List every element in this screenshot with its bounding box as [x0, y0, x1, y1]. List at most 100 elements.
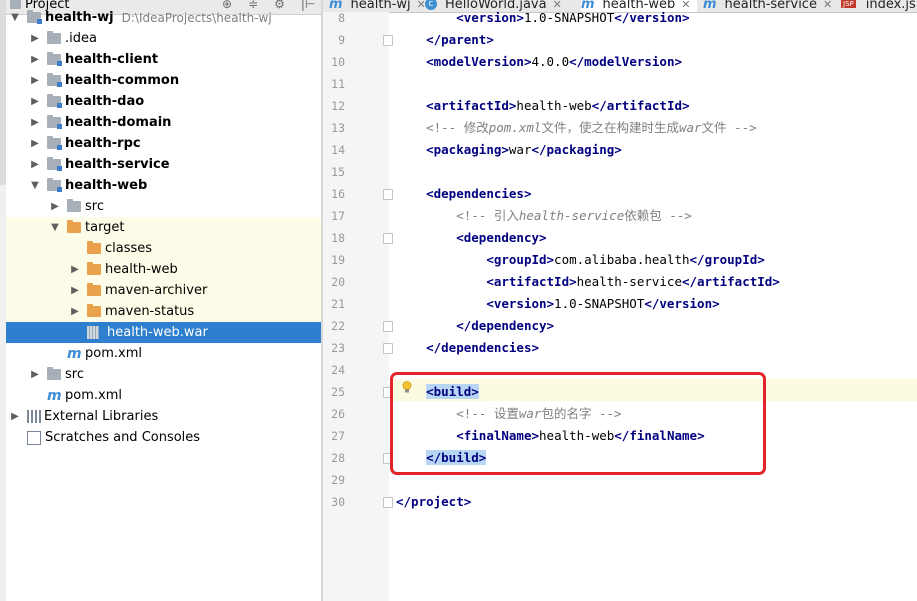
tree-item-label: .idea [65, 31, 97, 46]
line-number: 18 [331, 231, 345, 245]
code-token: <version> [456, 10, 524, 25]
chevron-right-icon[interactable]: ▶ [70, 264, 80, 275]
highlight-annotation-box [390, 372, 766, 475]
tree-item[interactable]: ▶ maven-archiver [6, 280, 321, 301]
code-token: <!-- 引入 [456, 208, 519, 223]
code-token: </parent> [426, 32, 494, 47]
tree-item[interactable]: m pom.xml [6, 385, 321, 406]
excluded-folder-icon [87, 241, 101, 254]
code-line: <version>1.0-SNAPSHOT</version> [396, 7, 689, 29]
line-number: 11 [331, 77, 345, 91]
fold-marker-icon[interactable] [383, 343, 393, 354]
chevron-right-icon[interactable]: ▶ [10, 411, 20, 422]
tree-item[interactable]: ▼ health-wj D:\IdeaProjects\health-wj [6, 7, 321, 28]
chevron-right-icon[interactable]: ▶ [30, 33, 40, 44]
tree-item-label: pom.xml [65, 388, 122, 403]
tree-item[interactable]: classes [6, 238, 321, 259]
chevron-right-icon[interactable]: ▶ [70, 306, 80, 317]
folder-icon [47, 367, 61, 380]
chevron-right-icon[interactable]: ▶ [30, 75, 40, 86]
line-number: 30 [331, 495, 345, 509]
line-number: 8 [338, 11, 345, 25]
chevron-down-icon[interactable]: ▼ [50, 222, 60, 233]
line-number: 24 [331, 363, 345, 377]
tree-item[interactable]: ▶ health-rpc [6, 133, 321, 154]
tree-item[interactable]: ▶ health-domain [6, 112, 321, 133]
code-line: <dependencies> [396, 183, 531, 205]
tree-item[interactable]: ▶ External Libraries [6, 406, 321, 427]
line-number: 28 [331, 451, 345, 465]
chevron-right-icon[interactable]: ▶ [30, 159, 40, 170]
code-token: <dependency> [456, 230, 547, 245]
jsp-file-icon: JSP [841, 0, 856, 8]
code-token: </modelVersion> [569, 54, 682, 69]
module-folder-icon [27, 10, 42, 24]
tree-item-label: External Libraries [44, 409, 159, 424]
line-number: 22 [331, 319, 345, 333]
tree-item[interactable]: ▼ health-web [6, 175, 321, 196]
line-number: 26 [331, 407, 345, 421]
code-token: <artifactId> [486, 274, 577, 289]
tree-item-label: health-wj [45, 10, 114, 25]
code-line: <packaging>war</packaging> [396, 139, 622, 161]
chevron-right-icon[interactable]: ▶ [30, 369, 40, 380]
tree-item[interactable]: ▶ health-web [6, 259, 321, 280]
close-icon[interactable]: ✕ [823, 0, 832, 11]
project-path: D:\IdeaProjects\health-wj [121, 10, 272, 25]
tree-item[interactable]: ▶ src [6, 364, 321, 385]
tree-item[interactable]: ▶ maven-status [6, 301, 321, 322]
chevron-right-icon[interactable]: ▶ [30, 138, 40, 149]
excluded-folder-icon [87, 262, 101, 275]
fold-marker-icon[interactable] [383, 321, 393, 332]
tree-item-label: health-web [65, 178, 148, 193]
line-number: 25 [331, 385, 345, 399]
line-number: 16 [331, 187, 345, 201]
chevron-right-icon[interactable]: ▶ [50, 201, 60, 212]
line-number: 21 [331, 297, 345, 311]
project-panel: Project ⊕ ≑ ⚙ |⊢ ▼ health-wj D:\IdeaProjects\… [6, 0, 321, 601]
code-token: war [508, 142, 532, 157]
tree-item-label: health-web.war [107, 325, 208, 340]
tree-item[interactable]: ▶ health-dao [6, 91, 321, 112]
maven-file-icon: m [47, 387, 62, 404]
editor-tab[interactable]: m health-service ✕ [703, 0, 838, 12]
code-token: health-web [516, 98, 592, 113]
tree-item[interactable]: ▶ health-common [6, 70, 321, 91]
code-line: <!-- 引入health-service依赖包 --> [396, 205, 692, 227]
tree-item[interactable]: Scratches and Consoles [6, 427, 321, 448]
tree-item[interactable]: m pom.xml [6, 343, 321, 364]
chevron-right-icon[interactable]: ▶ [30, 117, 40, 128]
tree-item[interactable]: ▶ health-service [6, 154, 321, 175]
tree-item-label: health-domain [65, 115, 172, 130]
tree-item[interactable]: ▶ src [6, 196, 321, 217]
chevron-down-icon[interactable]: ▼ [10, 12, 20, 23]
chevron-right-icon[interactable]: ▶ [30, 54, 40, 65]
chevron-right-icon[interactable]: ▶ [30, 96, 40, 107]
code-line: <modelVersion>4.0.0</modelVersion> [396, 51, 682, 73]
fold-marker-icon[interactable] [383, 35, 393, 46]
chevron-right-icon[interactable]: ▶ [70, 285, 80, 296]
editor-tab[interactable]: JSP index.jsp [841, 0, 917, 12]
tree-item[interactable]: ▶ .idea [6, 28, 321, 49]
line-number: 10 [331, 55, 345, 69]
tree-item[interactable]: ▶ health-client [6, 49, 321, 70]
tree-item-label: maven-status [105, 304, 195, 319]
code-token: 文件，使之在构建时生成 [541, 120, 679, 135]
code-line: <version>1.0-SNAPSHOT</version> [396, 293, 719, 315]
line-number: 27 [331, 429, 345, 443]
code-token: </dependencies> [426, 340, 539, 355]
code-token: </dependency> [456, 318, 555, 333]
fold-marker-icon[interactable] [383, 233, 393, 244]
chevron-down-icon[interactable]: ▼ [30, 180, 40, 191]
fold-marker-icon[interactable] [383, 497, 393, 508]
editor-tab-label: index.jsp [865, 0, 917, 12]
line-number: 23 [331, 341, 345, 355]
tree-item[interactable]: health-web.war [6, 322, 321, 343]
tree-item-label: health-service [65, 157, 170, 172]
scratch-icon [27, 430, 41, 445]
line-number: 14 [331, 143, 345, 157]
fold-marker-icon[interactable] [383, 189, 393, 200]
tree-item[interactable]: ▼ target [6, 217, 321, 238]
